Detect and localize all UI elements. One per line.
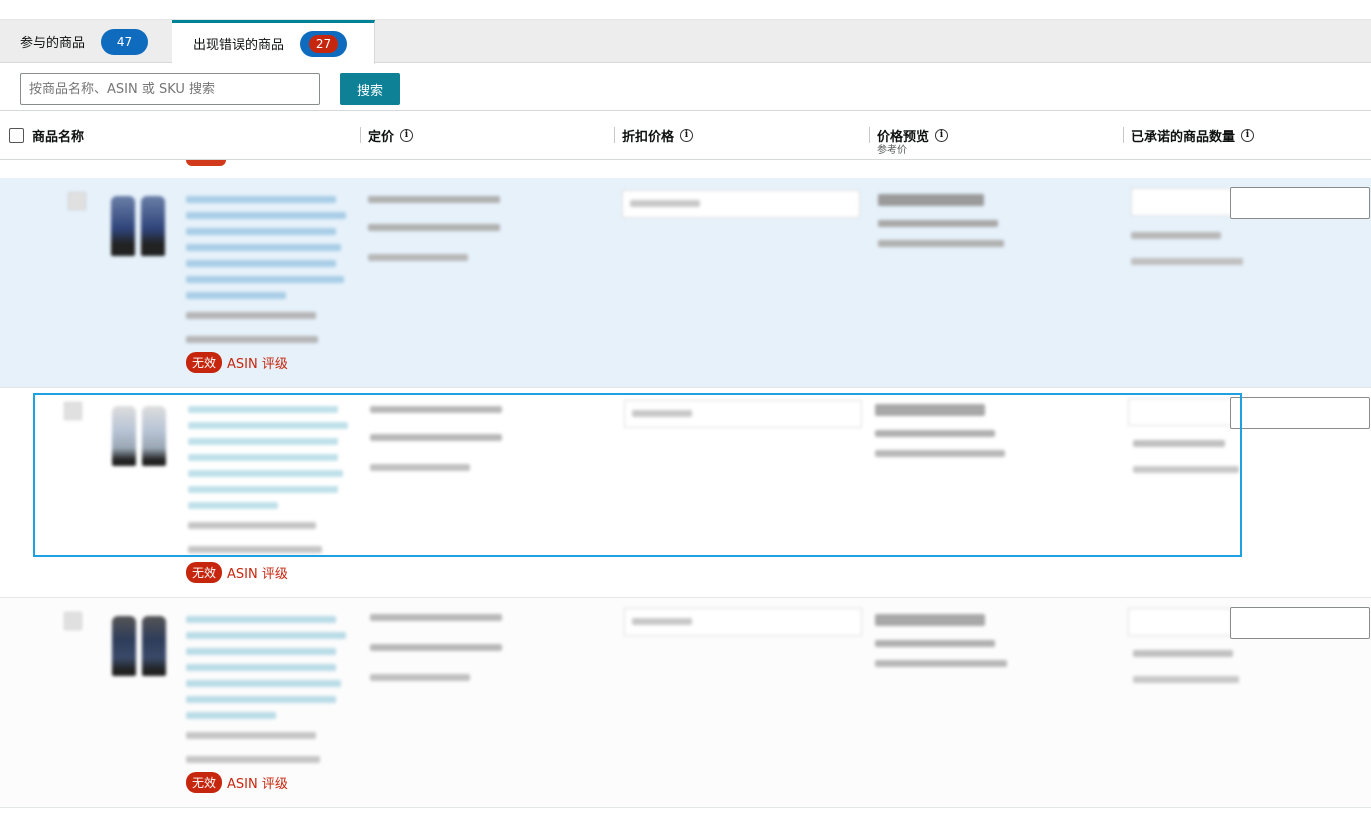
count-badge: 47 bbox=[101, 28, 149, 55]
status-tag: 无效 ASIN 评级 bbox=[186, 562, 288, 583]
info-icon[interactable]: i bbox=[935, 128, 949, 142]
header-committed-quantity: 已承诺的商品数量 i bbox=[1123, 111, 1255, 159]
error-count: 27 bbox=[308, 34, 339, 53]
status-tag: 无效 ASIN 评级 bbox=[186, 352, 288, 373]
search-input[interactable] bbox=[20, 73, 320, 105]
asin-rating-link[interactable]: ASIN 评级 bbox=[227, 773, 288, 792]
error-count-badge: 27 bbox=[300, 30, 348, 57]
tab-participating-products[interactable]: 参与的商品 47 bbox=[0, 20, 172, 63]
status-tag: 无效 ASIN 评级 bbox=[186, 772, 288, 793]
invalid-badge: 无效 bbox=[186, 772, 223, 793]
table-header: 商品名称 定价 i 折扣价格 i 价格预览 i 参考价 已承诺的商品数量 i bbox=[0, 110, 1371, 160]
header-label: 折扣价格 bbox=[622, 129, 675, 145]
committed-quantity-input[interactable] bbox=[1230, 187, 1370, 219]
table-row[interactable]: 无效 ASIN 评级 bbox=[0, 598, 1371, 808]
row-checkbox[interactable] bbox=[68, 192, 86, 210]
status-badge-fragment bbox=[186, 160, 226, 166]
header-product-name: 商品名称 bbox=[9, 111, 84, 159]
focus-highlight-frame bbox=[33, 393, 1242, 557]
asin-rating-link[interactable]: ASIN 评级 bbox=[227, 563, 288, 582]
search-button[interactable]: 搜索 bbox=[340, 73, 400, 105]
product-thumbnail bbox=[103, 192, 173, 256]
header-list-price: 定价 i bbox=[360, 111, 414, 159]
invalid-badge: 无效 bbox=[186, 562, 223, 583]
select-all-checkbox[interactable] bbox=[9, 127, 24, 143]
invalid-badge: 无效 bbox=[186, 352, 223, 373]
committed-quantity-input[interactable] bbox=[1230, 397, 1370, 429]
tab-label: 出现错误的商品 bbox=[193, 38, 285, 53]
top-spacer bbox=[0, 0, 1371, 20]
row-checkbox[interactable] bbox=[64, 612, 82, 630]
column-divider bbox=[1123, 127, 1124, 143]
tab-label: 参与的商品 bbox=[20, 36, 86, 51]
asin-rating-link[interactable]: ASIN 评级 bbox=[227, 353, 288, 372]
info-icon[interactable]: i bbox=[1241, 128, 1255, 142]
column-divider bbox=[869, 127, 870, 143]
product-thumbnail bbox=[104, 612, 174, 676]
header-label: 已承诺的商品数量 bbox=[1131, 129, 1236, 145]
header-price-preview: 价格预览 i 参考价 bbox=[869, 111, 949, 159]
committed-quantity-input[interactable] bbox=[1230, 607, 1370, 639]
column-divider bbox=[360, 127, 361, 143]
header-sublabel: 参考价 bbox=[877, 145, 907, 156]
header-label: 定价 bbox=[368, 129, 395, 145]
bottom-spacer bbox=[0, 808, 1371, 820]
tab-bar: 参与的商品 47 出现错误的商品 27 bbox=[0, 20, 1371, 64]
info-icon[interactable]: i bbox=[680, 128, 694, 142]
table-row[interactable]: 无效 ASIN 评级 bbox=[0, 178, 1371, 388]
info-icon[interactable]: i bbox=[400, 128, 414, 142]
header-label: 商品名称 bbox=[32, 129, 85, 145]
header-discount-price: 折扣价格 i bbox=[614, 111, 694, 159]
tab-error-products[interactable]: 出现错误的商品 27 bbox=[172, 20, 375, 64]
column-divider bbox=[614, 127, 615, 143]
